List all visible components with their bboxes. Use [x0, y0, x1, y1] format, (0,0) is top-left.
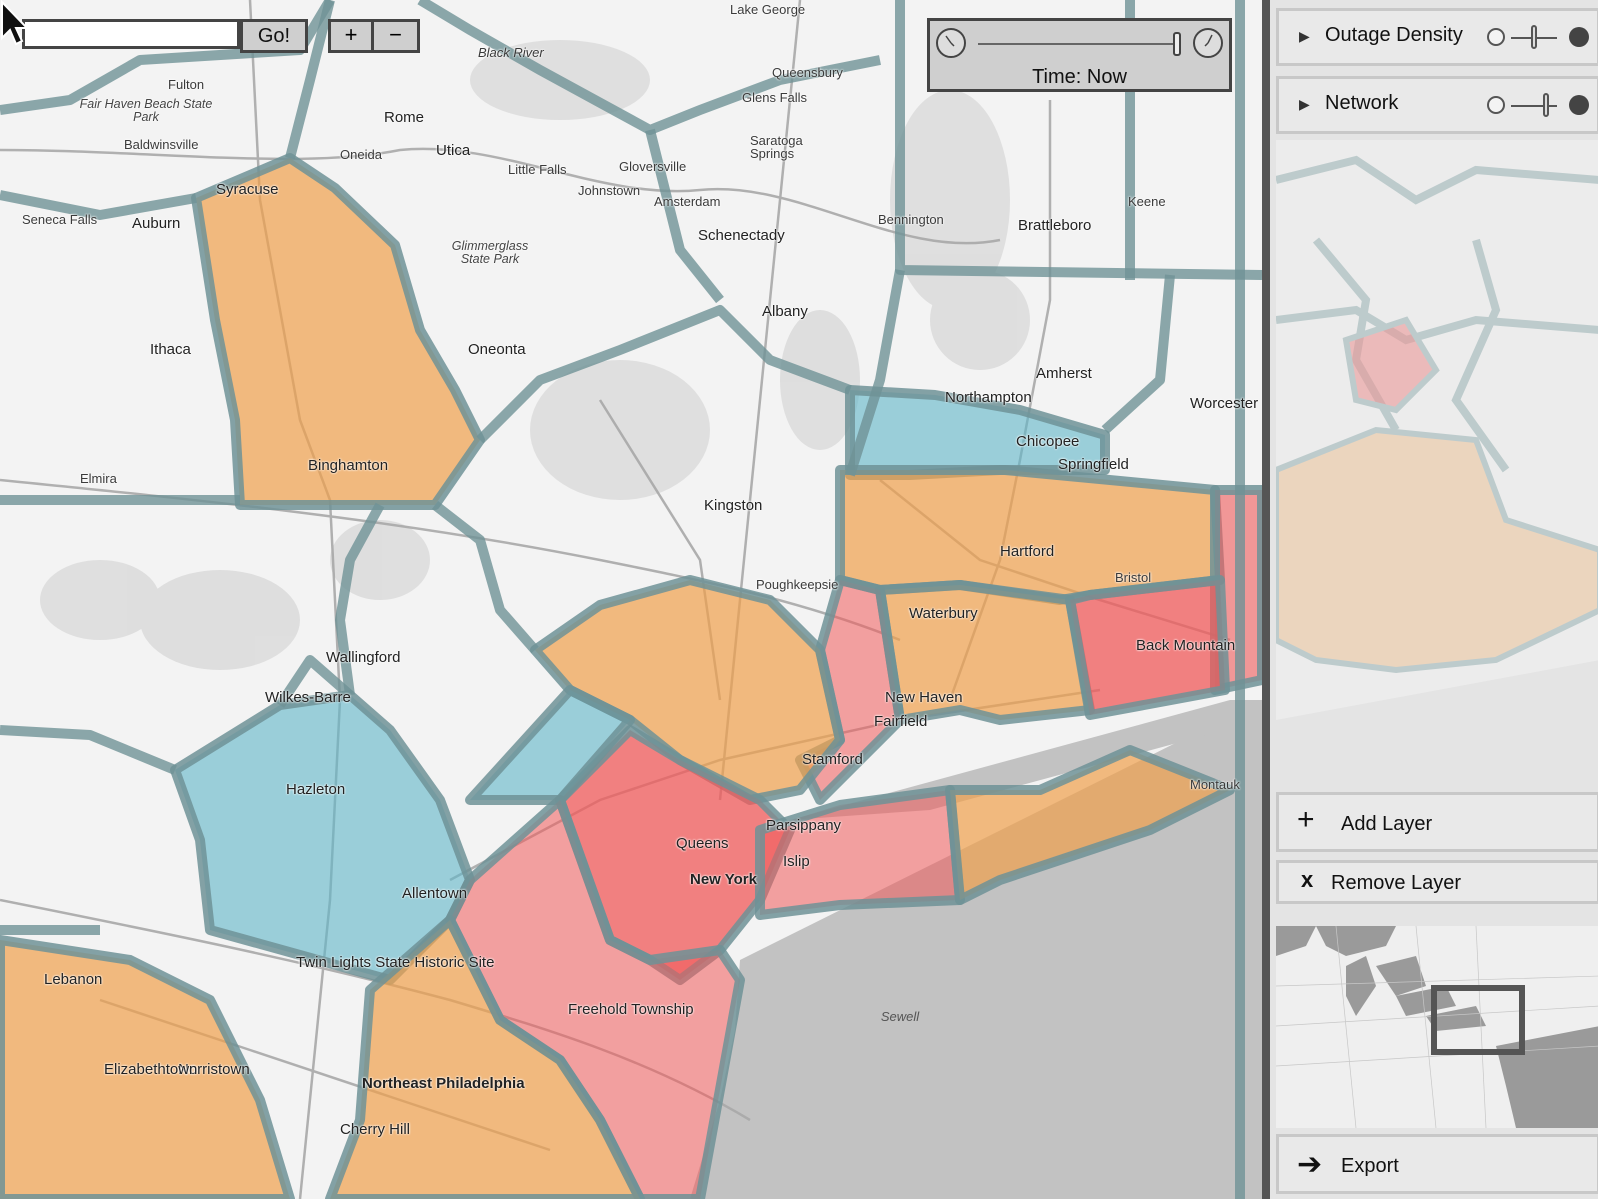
place-label: Saratoga Springs [750, 133, 803, 161]
place-label: Northeast Philadelphia [362, 1075, 525, 1092]
clock-end-icon[interactable] [1193, 28, 1223, 58]
place-label: Kingston [704, 497, 763, 514]
opacity-min-icon [1487, 96, 1505, 114]
place-label: Albany [762, 303, 808, 320]
place-label: Northampton [945, 389, 1032, 406]
zoom-out-button[interactable]: − [374, 19, 420, 53]
x-icon: x [1301, 867, 1314, 892]
place-label: Hazleton [286, 781, 346, 798]
remove-layer-label: Remove Layer [1331, 872, 1462, 894]
place-label: Glens Falls [742, 90, 808, 105]
layer-sidebar: ▶ Outage Density ▶ Network + Add Layer x… [1262, 0, 1598, 1199]
time-slider-handle[interactable] [1173, 32, 1181, 56]
place-label: Auburn [132, 215, 181, 232]
export-label: Export [1341, 1155, 1399, 1177]
export-button[interactable]: ➔ Export [1276, 1134, 1598, 1194]
opacity-max-icon [1569, 27, 1589, 47]
place-label: Johnstown [578, 183, 641, 198]
place-label: Fulton [168, 77, 205, 92]
place-label: Bristol [1115, 570, 1152, 585]
place-label: Back Mountain [1136, 637, 1236, 654]
region-syracuse [191, 153, 485, 510]
place-label: Fairfield [874, 713, 928, 730]
expand-triangle-icon[interactable]: ▶ [1299, 28, 1310, 45]
place-label: Glimmerglass State Park [451, 239, 529, 266]
time-slider-track[interactable] [978, 43, 1178, 45]
expand-triangle-icon[interactable]: ▶ [1299, 96, 1310, 113]
place-label: Oneida [340, 147, 382, 162]
place-label: Syracuse [216, 181, 279, 198]
arrow-right-icon: ➔ [1297, 1148, 1323, 1181]
layer-row-outage-density[interactable]: ▶ Outage Density [1276, 8, 1598, 66]
place-label: Gloversville [619, 159, 687, 174]
place-label: Little Falls [508, 162, 567, 177]
place-label: Allentown [402, 885, 468, 902]
place-label: New Haven [885, 689, 963, 706]
map-canvas[interactable]: Lake George Black River Queensbury Glens… [0, 0, 1262, 1199]
place-label: Lebanon [44, 971, 103, 988]
water-label: Sewell [880, 1009, 920, 1024]
place-label: Montauk [1190, 777, 1240, 792]
add-layer-label: Add Layer [1341, 813, 1433, 835]
place-label: Rome [384, 109, 425, 126]
place-label: Twin Lights State Historic Site [296, 954, 495, 971]
place-label: Cherry Hill [340, 1121, 411, 1138]
clock-start-icon[interactable] [936, 28, 966, 58]
time-label: Time: Now [1032, 66, 1127, 88]
search-input[interactable] [22, 19, 240, 49]
zoom-in-button[interactable]: + [328, 19, 374, 53]
place-label: Binghamton [308, 457, 389, 474]
place-label: Freehold Township [568, 1001, 694, 1018]
place-label: Seneca Falls [22, 212, 98, 227]
place-label: Parsippany [766, 817, 842, 834]
place-label: Amherst [1036, 365, 1092, 382]
place-label: Oneonta [468, 341, 526, 358]
place-label: Brattleboro [1018, 217, 1092, 234]
map-preview-boston [1276, 140, 1598, 800]
place-label: Queensbury [772, 65, 843, 80]
place-label: Chicopee [1016, 433, 1080, 450]
place-label: Baldwinsville [124, 137, 199, 152]
map-layers [0, 0, 1262, 1199]
place-label: Black River [478, 45, 544, 60]
place-label: Schenectady [698, 227, 785, 244]
add-layer-button[interactable]: + Add Layer [1276, 792, 1598, 852]
remove-layer-button[interactable]: x Remove Layer [1276, 860, 1598, 904]
mouse-cursor-icon [1, 0, 30, 46]
place-label: New York [690, 871, 757, 888]
place-label: Amsterdam [654, 194, 721, 209]
place-label: Bennington [878, 212, 944, 227]
time-slider-panel: Time: Now [927, 18, 1232, 92]
place-label: Utica [436, 142, 471, 159]
place-label: Islip [783, 853, 810, 870]
go-button[interactable]: Go! [240, 19, 308, 53]
place-label: Poughkeepsie [756, 577, 839, 592]
opacity-min-icon [1487, 28, 1505, 46]
place-label: Fair Haven Beach State Park [79, 97, 213, 124]
layer-name: Outage Density [1325, 24, 1463, 46]
place-label: Wilkes-Barre [265, 689, 351, 706]
place-label: Elizabethtown [104, 1061, 198, 1078]
opacity-slider-handle[interactable] [1543, 93, 1549, 117]
place-label: Waterbury [909, 605, 978, 622]
opacity-max-icon [1569, 95, 1589, 115]
place-label: Worcester [1190, 395, 1259, 412]
opacity-slider[interactable] [1511, 105, 1557, 107]
place-label: Lake George [730, 2, 806, 17]
plus-icon: + [1297, 803, 1315, 836]
place-label: Keene [1128, 194, 1166, 209]
place-label: Elmira [80, 471, 117, 486]
place-label: Wallingford [326, 649, 401, 666]
layer-row-network[interactable]: ▶ Network [1276, 76, 1598, 134]
layer-name: Network [1325, 92, 1399, 114]
opacity-slider-handle[interactable] [1531, 25, 1537, 49]
place-label: Stamford [802, 751, 863, 768]
place-label: Hartford [1000, 543, 1055, 560]
place-label: Springfield [1058, 456, 1129, 473]
region-hartford [835, 465, 1225, 605]
place-label: Queens [676, 835, 729, 852]
overview-minimap[interactable] [1276, 926, 1598, 1128]
place-label: Ithaca [150, 341, 191, 358]
